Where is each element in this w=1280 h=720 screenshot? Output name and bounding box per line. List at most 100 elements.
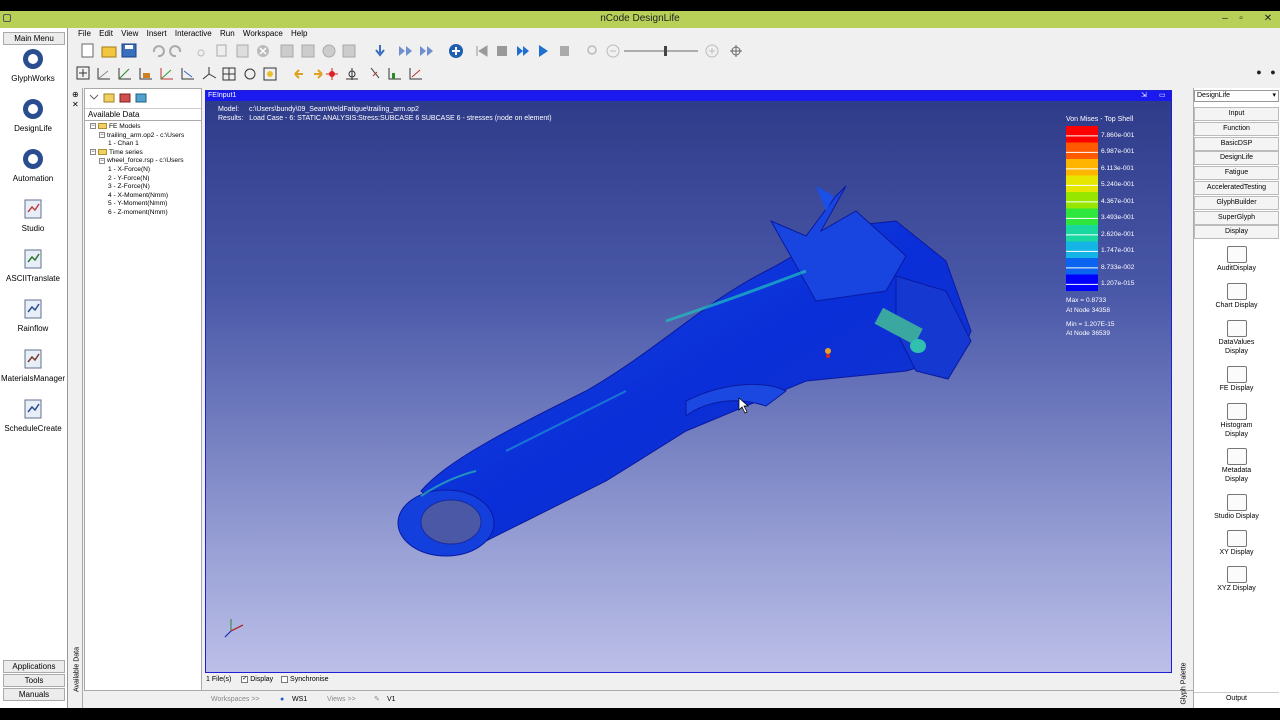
glyph-tool-4-icon[interactable] [342,44,356,58]
ws1-tab[interactable]: WS1 [292,691,307,709]
tree-item[interactable]: 1 - X-Force(N) [85,166,201,175]
tree-collapse-icon[interactable]: − [99,157,105,164]
glyph-palette-side-label[interactable]: Glyph Palette [1181,659,1188,709]
palette-category-fatigue[interactable]: Fatigue [1194,166,1279,181]
synchronise-checkbox[interactable] [281,675,289,683]
play-fast-icon[interactable] [517,46,529,56]
copy-icon[interactable] [216,44,227,57]
palette-category-basicdsp[interactable]: BasicDSP [1194,136,1279,151]
workspace-option-2-icon[interactable]: ● [1267,67,1279,78]
glyph-tool-2-icon[interactable] [301,44,315,58]
menu-interactive[interactable]: Interactive [175,28,212,40]
palette-category-function[interactable]: Function [1194,121,1279,136]
palette-dropdown[interactable]: DesignLife ▾ [1194,90,1279,102]
palette-glyph[interactable]: XYZ Display [1194,566,1279,594]
tree-item[interactable]: 6 - Z-moment(Nmm) [85,209,201,218]
delete-icon[interactable] [257,45,269,57]
display-checkbox[interactable]: ✓ [241,675,249,683]
output-tab[interactable]: Output [1194,692,1279,706]
play-icon[interactable] [539,45,548,57]
pause-icon[interactable] [560,46,569,56]
tree-item[interactable]: − trailing_arm.op2 - c:\Users [85,132,201,141]
menu-help[interactable]: Help [291,28,307,40]
star-marker-icon[interactable] [326,68,338,80]
data-add-icon[interactable] [89,94,99,100]
applications-button[interactable]: Applications [3,660,65,673]
palette-category-acceleratedtesting[interactable]: AcceleratedTesting [1194,181,1279,195]
mesh-icon[interactable] [222,67,236,81]
tree-folder[interactable]: − FE Models [85,123,201,132]
view-fit-icon[interactable] [76,66,90,80]
data-refresh-icon[interactable] [135,93,147,103]
fe-display-viewport[interactable]: FEInput1 ⇲ ▭ Model: c:\Users\bundy\09_Se… [205,90,1172,673]
zoom-out-icon[interactable] [606,44,620,58]
maximize-icon[interactable]: ▫ [1235,14,1247,25]
palette-glyph[interactable]: Chart Display [1194,283,1279,311]
axis-line-icon[interactable] [409,68,422,80]
palette-category-superglyph[interactable]: SuperGlyph [1194,210,1279,225]
data-folder-icon[interactable] [103,93,115,103]
palette-category-designlife[interactable]: DesignLife [1194,151,1279,166]
palette-glyph[interactable]: Metadata Display [1194,448,1279,484]
zoom-icon[interactable] [587,45,597,55]
available-data-side-label[interactable]: Available Data [74,640,81,700]
tree-collapse-icon[interactable]: − [99,131,105,138]
stop-icon[interactable] [497,46,507,56]
palette-glyph[interactable]: Histogram Display [1194,403,1279,439]
tree-item[interactable]: 5 - Y-Moment(Nmm) [85,200,201,209]
workspaces-tab[interactable]: Workspaces >> [211,691,260,709]
axis-bar-icon[interactable] [388,68,401,80]
tree-item[interactable]: 3 - Z-Force(N) [85,183,201,192]
tools-button[interactable]: Tools [3,674,65,687]
zoom-slider[interactable] [624,46,698,56]
main-menu-item-rainflow[interactable]: Rainflow [0,298,66,333]
unpin-icon[interactable]: ⊕ [72,90,79,99]
menu-file[interactable]: File [78,28,91,40]
axis-iso-icon[interactable] [160,68,173,80]
arrow-left-icon[interactable] [294,69,303,79]
menu-insert[interactable]: Insert [147,28,167,40]
fe-model-trailing-arm[interactable] [206,91,1171,671]
menu-view[interactable]: View [121,28,138,40]
palette-glyph[interactable]: DataValues Display [1194,320,1279,356]
close-icon[interactable]: ✕ [1262,14,1274,25]
tree-collapse-icon[interactable]: − [90,123,96,130]
menu-workspace[interactable]: Workspace [243,28,283,40]
main-menu-item-asciitranslate[interactable]: ASCIITranslate [0,248,66,283]
arrow-right-icon[interactable] [314,69,323,79]
pick-icon[interactable] [370,67,380,79]
views-tab[interactable]: Views >> [327,691,356,709]
v1-tab[interactable]: V1 [387,691,396,709]
tree-item[interactable]: 2 - Y-Force(N) [85,175,201,184]
paste-icon[interactable] [236,44,249,58]
palette-category-input[interactable]: Input [1194,107,1279,121]
palette-glyph[interactable]: XY Display [1194,530,1279,558]
close-panel-icon[interactable]: ✕ [72,100,79,109]
zoom-in-icon[interactable] [705,44,719,58]
fit-view-icon[interactable] [730,45,742,57]
axis-yz-icon[interactable] [118,68,131,80]
hand-pan-icon[interactable] [244,68,256,80]
main-menu-item-materialsmanager[interactable]: MaterialsManager [0,348,66,383]
main-menu-item-designlife[interactable]: DesignLife [0,98,66,133]
probe-icon[interactable] [346,68,358,80]
redo-icon[interactable] [169,45,182,58]
tree-item[interactable]: − wheel_force.rsp - c:\Users [85,157,201,166]
main-menu-item-schedulecreate[interactable]: ScheduleCreate [0,398,66,433]
axis-zx-icon[interactable] [139,68,152,80]
palette-category-display[interactable]: Display [1194,225,1279,240]
undo-icon[interactable] [152,45,165,58]
manuals-button[interactable]: Manuals [3,688,65,701]
axis-triad-icon[interactable] [202,67,217,80]
tree-collapse-icon[interactable]: − [90,149,96,156]
palette-glyph[interactable]: FE Display [1194,366,1279,394]
minimize-icon[interactable]: – [1219,14,1231,25]
main-menu-item-glyphworks[interactable]: GlyphWorks [0,48,66,83]
save-icon[interactable] [121,43,137,58]
main-menu-item-studio[interactable]: Studio [0,198,66,233]
axis-rotate-icon[interactable] [181,68,194,80]
axis-xy-icon[interactable] [97,68,110,80]
main-menu-header[interactable]: Main Menu [3,32,65,45]
zoom-box-icon[interactable] [263,67,277,81]
new-file-icon[interactable] [81,43,94,58]
